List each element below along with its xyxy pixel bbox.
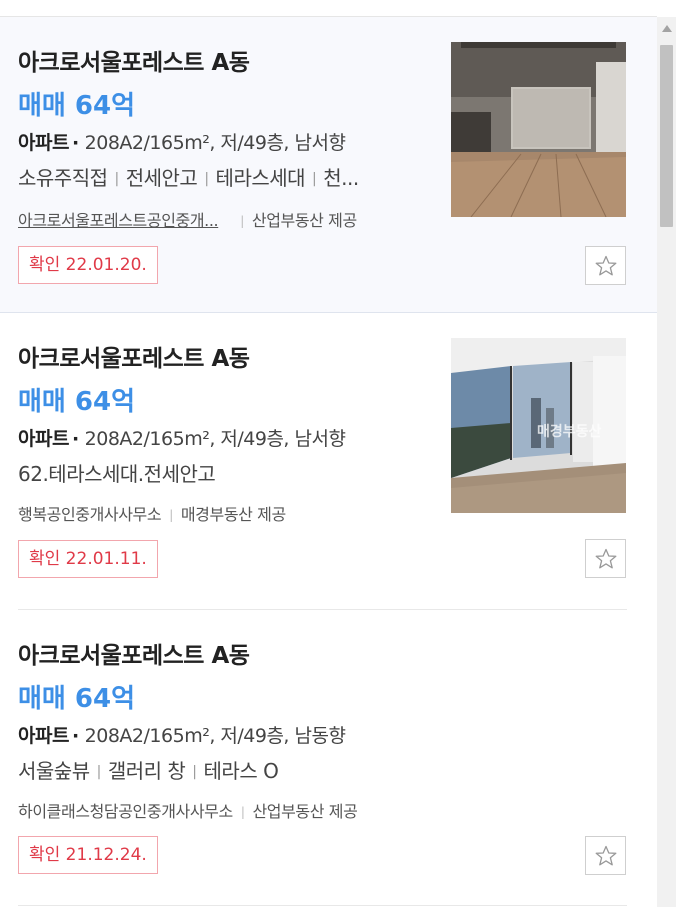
triangle-up-icon bbox=[661, 24, 672, 32]
listing-item[interactable]: 아크로서울포레스트 A동 매매 64억 아파트 · 208A2/165m², 저/4… bbox=[0, 17, 657, 313]
item-divider bbox=[18, 905, 627, 906]
provider: 산업부동산 제공 bbox=[252, 802, 358, 821]
photo-window-view: 매경부동산 bbox=[451, 338, 626, 513]
star-outline-icon bbox=[595, 548, 616, 568]
property-type: 아파트 bbox=[18, 132, 69, 154]
listing-price: 매매 64억 bbox=[18, 91, 135, 121]
agent-name[interactable]: 하이클래스청담공인중개사사무소 bbox=[18, 802, 233, 821]
watermark-logo: 매경부동산 bbox=[537, 423, 602, 440]
confirm-badge: 확인 22.01.20. bbox=[18, 246, 158, 284]
feature-tag: 테라스세대 bbox=[215, 166, 306, 190]
feature-tag: 서울숲뷰 bbox=[18, 759, 90, 783]
photo-living-room bbox=[451, 42, 626, 217]
listing-title[interactable]: 아크로서울포레스트 A동 bbox=[18, 636, 250, 670]
feature-tag: 갤러리 창 bbox=[107, 759, 186, 783]
agency-info: 아크로서울포레스트공인중개... | 산업부동산 제공 bbox=[18, 211, 357, 230]
property-type: 아파트 bbox=[18, 725, 69, 747]
listing-price: 매매 64억 bbox=[18, 684, 135, 714]
listing-features: 서울숲뷰 | 갤러리 창 | 테라스 O bbox=[18, 759, 279, 783]
confirm-badge: 확인 21.12.24. bbox=[18, 836, 158, 874]
feature-tag: 테라스 O bbox=[203, 759, 279, 783]
listing-features: 소유주직접 | 전세안고 | 테라스세대 | 천... bbox=[18, 166, 359, 190]
scrollbar-thumb[interactable] bbox=[660, 45, 673, 227]
provider: 매경부동산 제공 bbox=[180, 505, 286, 524]
listing-price: 매매 64억 bbox=[18, 387, 135, 417]
agency-info: 행복공인중개사사무소 | 매경부동산 제공 bbox=[18, 505, 286, 524]
listing-spec: 아파트 · 208A2/165m², 저/49층, 남서향 bbox=[18, 428, 346, 450]
spec-detail: 208A2/165m², 저/49층, 남동향 bbox=[84, 725, 346, 747]
listing-photo[interactable]: 매경부동산 bbox=[451, 338, 626, 513]
feature-tag: 천... bbox=[323, 166, 359, 190]
listing-item[interactable]: 아크로서울포레스트 A동 매매 64억 아파트 · 208A2/165m², 저/4… bbox=[0, 610, 657, 906]
feature-tag: 소유주직접 bbox=[18, 166, 108, 190]
provider: 산업부동산 제공 bbox=[251, 211, 357, 230]
scrollbar[interactable] bbox=[657, 17, 676, 907]
star-outline-icon bbox=[595, 845, 616, 865]
feature-tag: 전세안고 bbox=[125, 166, 198, 190]
listing-list: 아크로서울포레스트 A동 매매 64억 아파트 · 208A2/165m², 저/4… bbox=[0, 17, 657, 906]
favorite-button[interactable] bbox=[585, 539, 626, 578]
listing-spec: 아파트 · 208A2/165m², 저/49층, 남동향 bbox=[18, 725, 346, 747]
listing-title[interactable]: 아크로서울포레스트 A동 bbox=[18, 43, 250, 77]
agency-info: 하이클래스청담공인중개사사무소 | 산업부동산 제공 bbox=[18, 802, 358, 821]
spec-detail: 208A2/165m², 저/49층, 남서향 bbox=[84, 132, 346, 154]
star-outline-icon bbox=[595, 255, 616, 275]
listing-item[interactable]: 아크로서울포레스트 A동 매매 64억 아파트 · 208A2/165m², 저/4… bbox=[0, 313, 657, 610]
agent-link[interactable]: 아크로서울포레스트공인중개... bbox=[18, 211, 219, 230]
favorite-button[interactable] bbox=[585, 246, 626, 285]
agent-name[interactable]: 행복공인중개사사무소 bbox=[18, 505, 162, 524]
scroll-up-button[interactable] bbox=[657, 17, 676, 39]
property-type: 아파트 bbox=[18, 428, 69, 450]
listing-spec: 아파트 · 208A2/165m², 저/49층, 남서향 bbox=[18, 132, 346, 154]
confirm-badge: 확인 22.01.11. bbox=[18, 540, 158, 578]
listing-description: 62.테라스세대.전세안고 bbox=[18, 462, 216, 486]
favorite-button[interactable] bbox=[585, 836, 626, 875]
listing-title[interactable]: 아크로서울포레스트 A동 bbox=[18, 339, 250, 373]
spec-detail: 208A2/165m², 저/49층, 남서향 bbox=[84, 428, 346, 450]
listing-photo[interactable] bbox=[451, 42, 626, 217]
